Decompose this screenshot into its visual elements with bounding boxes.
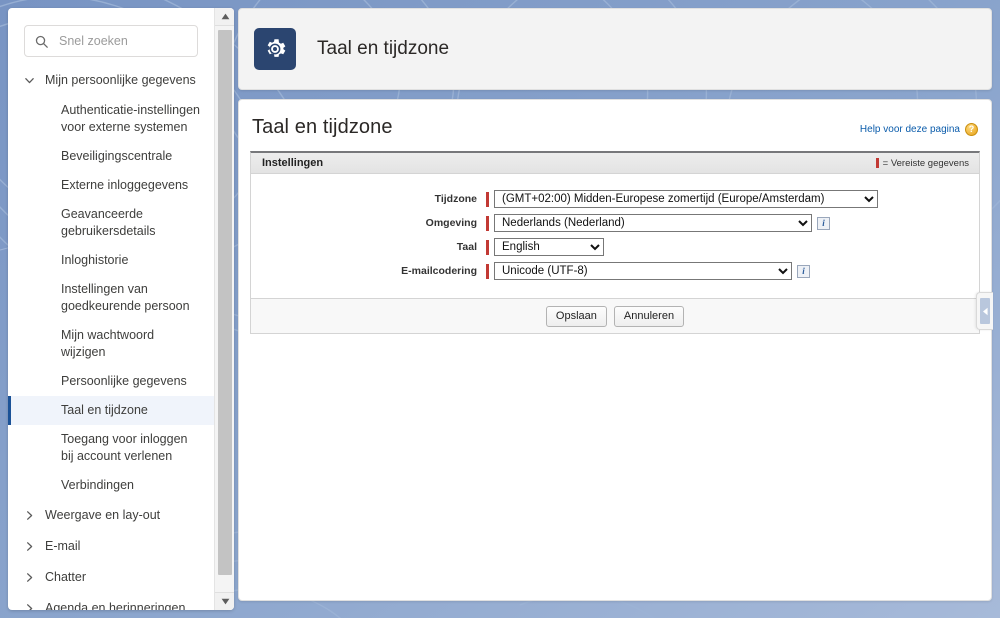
chevron-right-icon: [27, 573, 33, 582]
form-row-locale: Omgeving Nederlands (Nederland) i: [251, 214, 979, 232]
sidebar-item-mijn-wachtwoord-wijzigen[interactable]: Mijn wachtwoord wijzigen: [8, 321, 214, 367]
content-title: Taal en tijdzone: [252, 116, 393, 138]
required-marker-icon: [486, 215, 489, 231]
language-select[interactable]: English: [494, 238, 604, 256]
settings-form: Tijdzone (GMT+02:00) Midden-Europese zom…: [251, 174, 979, 298]
info-icon[interactable]: i: [797, 264, 810, 278]
sidebar-item-externe-inloggegevens[interactable]: Externe inloggegevens: [8, 171, 214, 200]
email-encoding-select[interactable]: Unicode (UTF-8): [494, 262, 792, 280]
right-panel-expand-handle[interactable]: [976, 292, 993, 330]
field-wrap-language: English: [486, 238, 604, 256]
sidebar-section-email[interactable]: E-mail: [8, 531, 214, 562]
sidebar-section-agenda-en-herinneringen[interactable]: Agenda en herinneringen: [8, 593, 214, 610]
sidebar-scrollbar[interactable]: [214, 8, 234, 610]
help-link[interactable]: Help voor deze pagina: [860, 124, 960, 135]
sidebar-item-verbindingen[interactable]: Verbindingen: [8, 471, 214, 500]
page-header-card: Taal en tijdzone: [238, 8, 992, 90]
gear-icon: [254, 28, 296, 70]
settings-panel-title: Instellingen: [262, 157, 324, 169]
field-wrap-locale: Nederlands (Nederland) i: [486, 214, 830, 232]
scroll-down-arrow-icon[interactable]: [215, 592, 234, 610]
sidebar-item-authenticatie-instellingen[interactable]: Authenticatie-instellingen voor externe …: [8, 96, 214, 142]
scroll-up-arrow-icon[interactable]: [215, 8, 234, 26]
sidebar-item-inloghistorie[interactable]: Inloghistorie: [8, 246, 214, 275]
label-timezone: Tijdzone: [434, 193, 477, 205]
field-wrap-email-encoding: Unicode (UTF-8) i: [486, 262, 810, 280]
page-body-card: Taal en tijdzone Help voor deze pagina ?…: [238, 99, 993, 601]
sidebar-item-persoonlijke-gegevens[interactable]: Persoonlijke gegevens: [8, 367, 214, 396]
search-icon: [35, 35, 48, 48]
main-column: Taal en tijdzone Taal en tijdzone Help v…: [238, 8, 993, 610]
sidebar-scrollbar-thumb[interactable]: [218, 30, 232, 575]
sidebar-section-chatter[interactable]: Chatter: [8, 562, 214, 593]
cancel-button[interactable]: Annuleren: [613, 305, 685, 327]
sidebar-item-taal-en-tijdzone[interactable]: Taal en tijdzone: [8, 396, 214, 425]
body-title-row: Taal en tijdzone Help voor deze pagina ?: [250, 100, 980, 151]
sidebar-panel: Mijn persoonlijke gegevens Authenticatie…: [8, 8, 234, 610]
form-actions: Opslaan Annuleren: [251, 298, 979, 333]
required-legend: = Vereiste gegevens: [875, 157, 969, 169]
sidebar-section-label: E-mail: [45, 539, 81, 553]
save-button[interactable]: Opslaan: [545, 305, 607, 327]
label-email-encoding: E-mailcodering: [401, 265, 477, 277]
sidebar-item-beveiligingscentrale[interactable]: Beveiligingscentrale: [8, 142, 214, 171]
help-link-wrap: Help voor deze pagina ?: [860, 123, 978, 139]
sidebar-item-geavanceerde-gebruikersdetails[interactable]: Geavanceerde gebruikersdetails: [8, 200, 214, 246]
label-locale: Omgeving: [425, 217, 477, 229]
settings-panel: Instellingen = Vereiste gegevens Tijdzon…: [250, 151, 980, 334]
search-box[interactable]: [24, 25, 198, 57]
search-container: [8, 8, 214, 65]
chevron-down-icon: [25, 78, 34, 84]
sidebar-section-label: Chatter: [45, 570, 86, 584]
form-row-language: Taal English: [251, 238, 979, 256]
page-title: Taal en tijdzone: [317, 38, 450, 59]
search-input[interactable]: [57, 33, 187, 49]
settings-panel-header: Instellingen = Vereiste gegevens: [251, 153, 979, 174]
question-mark-icon[interactable]: ?: [965, 123, 978, 136]
chevron-right-icon: [27, 604, 33, 610]
sidebar-section-mijn-persoonlijke-gegevens[interactable]: Mijn persoonlijke gegevens: [8, 65, 214, 96]
locale-select[interactable]: Nederlands (Nederland): [494, 214, 812, 232]
sidebar-item-instellingen-goedkeurende-persoon[interactable]: Instellingen van goedkeurende persoon: [8, 275, 214, 321]
sidebar-section-label: Weergave en lay-out: [45, 508, 161, 522]
required-marker-icon: [486, 239, 489, 255]
form-row-timezone: Tijdzone (GMT+02:00) Midden-Europese zom…: [251, 190, 979, 208]
sidebar-section-label: Agenda en herinneringen: [45, 601, 186, 610]
chevron-left-icon: [980, 298, 990, 324]
chevron-right-icon: [27, 542, 33, 551]
required-marker-icon: [486, 191, 489, 207]
chevron-right-icon: [27, 511, 33, 520]
form-row-email-encoding: E-mailcodering Unicode (UTF-8) i: [251, 262, 979, 280]
field-wrap-timezone: (GMT+02:00) Midden-Europese zomertijd (E…: [486, 190, 878, 208]
required-marker-icon: [875, 158, 879, 168]
timezone-select[interactable]: (GMT+02:00) Midden-Europese zomertijd (E…: [494, 190, 878, 208]
required-marker-icon: [486, 263, 489, 279]
sidebar-section-weergave-en-layout[interactable]: Weergave en lay-out: [8, 500, 214, 531]
sidebar-item-toegang-voor-inloggen[interactable]: Toegang voor inloggen bij account verlen…: [8, 425, 214, 471]
sidebar-section-label: Mijn persoonlijke gegevens: [45, 73, 196, 87]
sidebar-scroll-area: Mijn persoonlijke gegevens Authenticatie…: [8, 8, 214, 610]
required-legend-label: = Vereiste gegevens: [882, 157, 969, 169]
info-icon[interactable]: i: [817, 216, 830, 230]
label-language: Taal: [456, 241, 477, 253]
